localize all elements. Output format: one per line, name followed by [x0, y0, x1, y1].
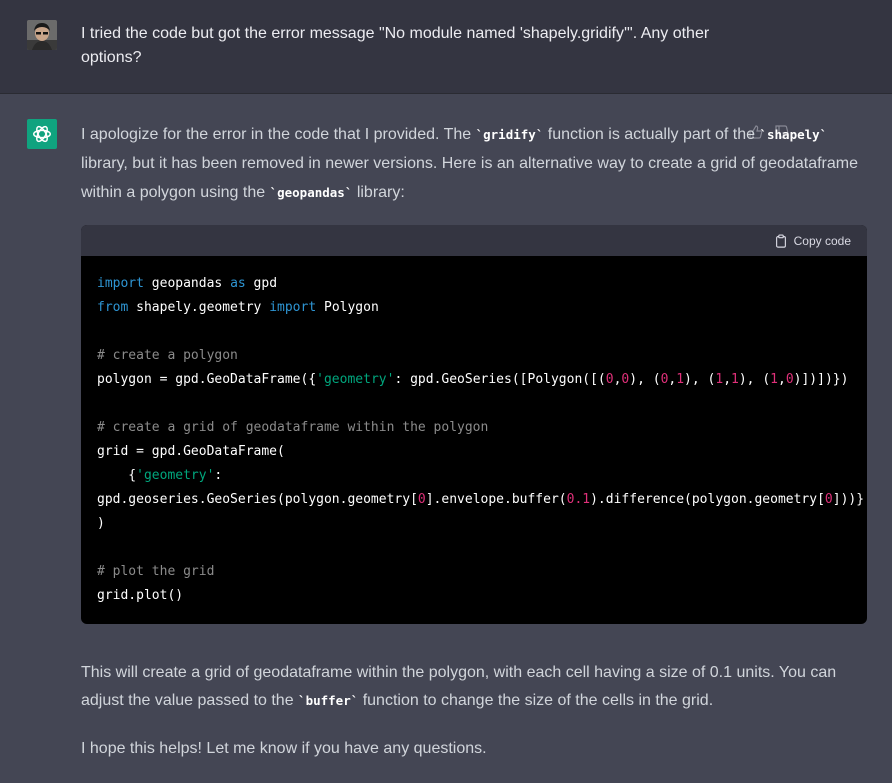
intro-segment: I apologize for the error in the code th…: [81, 126, 476, 143]
code-string: 'geometry': [136, 468, 215, 483]
code-line: grid.plot(): [97, 584, 851, 608]
code-block-header: Copy code: [81, 225, 867, 256]
closing-paragraph: I hope this helps! Let me know if you ha…: [81, 740, 487, 757]
code-number: 0: [605, 372, 614, 387]
code-text: ), (: [684, 372, 716, 387]
intro-segment: library:: [352, 184, 405, 201]
code-line: {'geometry':: [97, 464, 851, 488]
code-line: import geopandas as gpd: [97, 272, 851, 296]
code-keyword: import: [269, 300, 317, 315]
code-number: 1: [715, 372, 724, 387]
code-line: # create a grid of geodataframe within t…: [97, 416, 851, 440]
code-text: ): [97, 516, 105, 531]
code-string: 'geometry': [316, 372, 395, 387]
inline-code-buffer: `buffer`: [298, 693, 359, 708]
outro-segment: function to change the size of the cells…: [358, 692, 714, 709]
inline-code-shapely: `shapely`: [759, 127, 828, 142]
outro-paragraph: This will create a grid of geodataframe …: [81, 659, 871, 715]
openai-logo-icon: [33, 125, 51, 143]
code-text: grid = gpd.GeoDataFrame(: [97, 444, 285, 459]
inline-code-gridify: `gridify`: [475, 127, 544, 142]
user-photo-icon: [27, 20, 57, 50]
code-comment: # plot the grid: [97, 564, 215, 579]
code-text: ]))}: [832, 492, 865, 507]
code-line: from shapely.geometry import Polygon: [97, 296, 851, 320]
code-text: Polygon: [316, 300, 379, 315]
intro-segment: library, but it has been removed in newe…: [81, 155, 858, 201]
code-text: shapely.geometry: [128, 300, 270, 315]
code-text: polygon = gpd.GeoDataFrame({: [97, 372, 317, 387]
code-text: ,: [777, 372, 786, 387]
assistant-intro-paragraph: I apologize for the error in the code th…: [81, 120, 871, 207]
code-text: ), (: [738, 372, 771, 387]
code-line: ): [97, 512, 851, 536]
intro-text: I apologize for the error in the code th…: [81, 120, 871, 207]
copy-code-label: Copy code: [793, 233, 851, 248]
code-number: 0: [417, 492, 426, 507]
code-number: 1: [731, 372, 739, 387]
code-text: ,: [723, 372, 732, 387]
code-text: : gpd.GeoSeries([Polygon([(: [394, 372, 606, 387]
code-number: 0: [785, 372, 794, 387]
user-message-row: I tried the code but got the error messa…: [0, 0, 892, 94]
code-comment: # create a polygon: [97, 348, 238, 363]
code-text: gpd.geoseries.GeoSeries(polygon.geometry…: [97, 492, 418, 507]
code-text: ].envelope.buffer(: [425, 492, 567, 507]
code-number: 1: [770, 372, 778, 387]
code-text: grid.plot(): [97, 588, 184, 603]
copy-code-button[interactable]: Copy code: [774, 234, 851, 248]
code-text: )])])}): [793, 372, 849, 387]
code-line: polygon = gpd.GeoDataFrame({'geometry': …: [97, 368, 851, 392]
code-text: {: [97, 468, 137, 483]
user-message-text: I tried the code but got the error messa…: [81, 25, 710, 66]
assistant-message-row: I apologize for the error in the code th…: [0, 94, 892, 771]
code-text: :: [214, 468, 223, 483]
code-keyword: import: [97, 276, 144, 291]
code-keyword: from: [97, 300, 129, 315]
clipboard-icon: [775, 233, 786, 248]
intro-segment: function is actually part of the: [543, 126, 760, 143]
code-comment: # create a grid of geodataframe within t…: [97, 420, 489, 435]
code-text: ), (: [629, 372, 661, 387]
code-line: grid = gpd.GeoDataFrame(: [97, 440, 851, 464]
user-avatar: [27, 20, 57, 50]
code-number: 0: [824, 492, 833, 507]
assistant-avatar: [27, 119, 57, 149]
code-text: geopandas: [143, 276, 231, 291]
code-line: gpd.geoseries.GeoSeries(polygon.geometry…: [97, 488, 864, 512]
code-text: gpd: [245, 276, 278, 291]
assistant-outro: This will create a grid of geodataframe …: [81, 659, 871, 783]
code-line: # plot the grid: [97, 560, 851, 584]
code-block: Copy code import geopandas as gpd from sh…: [81, 225, 867, 624]
code-content: import geopandas as gpd from shapely.geom…: [81, 256, 867, 608]
code-number: 0.1: [566, 492, 591, 507]
inline-code-geopandas: `geopandas`: [269, 185, 353, 200]
code-number: 1: [676, 372, 685, 387]
code-keyword: as: [230, 276, 246, 291]
code-line: # create a polygon: [97, 344, 851, 368]
code-text: ).difference(polygon.geometry[: [590, 492, 825, 507]
